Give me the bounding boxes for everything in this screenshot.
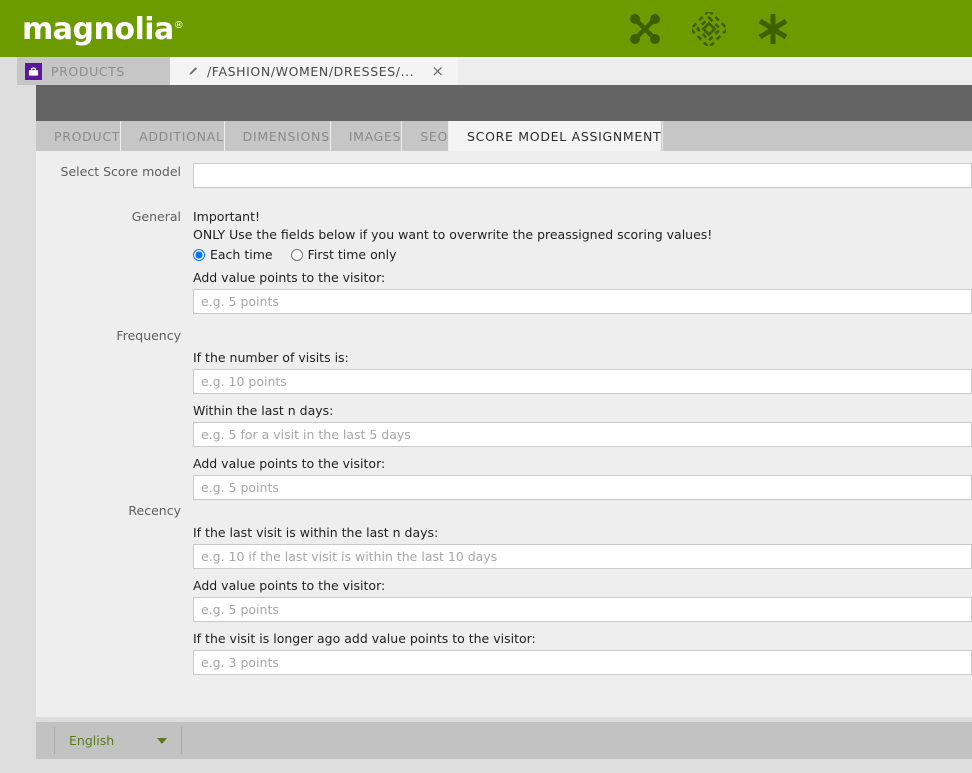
chevron-down-icon (157, 737, 167, 744)
close-icon[interactable]: × (430, 62, 446, 80)
logo-trademark: ® (173, 20, 184, 31)
radio-first-time-only-label: First time only (307, 247, 397, 262)
general-notice-text: ONLY Use the fields below if you want to… (193, 227, 713, 242)
logo-text: magnolia (22, 12, 174, 47)
pulse-nodes-icon[interactable] (624, 8, 666, 50)
frequency-days-label: Within the last n days: (193, 403, 334, 418)
frequency-label: Frequency (116, 328, 181, 343)
pencil-icon (187, 65, 199, 77)
recency-last-visit-label: If the last visit is within the last n d… (193, 525, 439, 540)
radio-first-time-only[interactable]: First time only (290, 247, 397, 262)
tab-additional[interactable]: ADDITIONAL (121, 121, 225, 151)
frequency-visits-input[interactable] (193, 369, 972, 394)
form-tab-pad (662, 121, 972, 151)
tab-images[interactable]: IMAGES (330, 121, 403, 151)
radio-each-time[interactable]: Each time (193, 247, 273, 262)
recency-longer-ago-input[interactable] (193, 650, 972, 675)
tab-dimensions-label: DIMENSIONS (242, 128, 330, 144)
frequency-days-input[interactable] (193, 422, 972, 447)
tab-score-model-assignment[interactable]: SCORE MODEL ASSIGNMENT (449, 121, 663, 151)
brand-header: magnolia® (0, 0, 972, 57)
field-row-score-model: Select Score model (36, 163, 972, 188)
score-model-input[interactable] (193, 163, 972, 188)
radio-first-time-only-input[interactable] (290, 248, 303, 261)
window-tab-bar: PRODUCTS /FASHION/WOMEN/DRESSES/... × (0, 57, 972, 85)
recency-last-visit-input[interactable] (193, 544, 972, 569)
tab-product[interactable]: PRODUCT (36, 121, 122, 151)
language-selector[interactable]: English (54, 727, 182, 754)
general-radio-group: Each time First time only (193, 247, 972, 262)
tab-additional-label: ADDITIONAL (139, 128, 224, 144)
window-tab-products[interactable]: PRODUCTS (17, 57, 170, 85)
asterisk-icon[interactable] (752, 8, 794, 50)
score-model-label: Select Score model (60, 164, 181, 179)
recency-label: Recency (128, 503, 181, 518)
window-tab-document[interactable]: /FASHION/WOMEN/DRESSES/... × (170, 57, 458, 85)
footer-bar: English (36, 722, 972, 759)
general-notice-title: Important! (193, 209, 260, 224)
tab-seo-label: SEO (420, 128, 449, 144)
language-selector-value: English (69, 733, 115, 748)
header-icon-group (624, 8, 794, 50)
radio-each-time-label: Each time (210, 247, 273, 262)
frequency-points-label: Add value points to the visitor: (193, 456, 386, 471)
tab-images-label: IMAGES (348, 128, 402, 144)
tab-dimensions[interactable]: DIMENSIONS (224, 121, 331, 151)
window-tab-document-label: /FASHION/WOMEN/DRESSES/... (207, 63, 415, 79)
basket-icon (25, 62, 42, 80)
field-row-frequency: Frequency If the number of visits is: Wi… (36, 327, 972, 500)
radio-each-time-input[interactable] (193, 248, 205, 261)
field-row-general: General Important! ONLY Use the fields b… (36, 208, 972, 314)
frequency-visits-label: If the number of visits is: (193, 350, 349, 365)
tab-product-label: PRODUCT (54, 128, 121, 144)
window-tab-filler (458, 57, 972, 85)
pattern-grid-icon[interactable] (688, 8, 730, 50)
general-label: General (131, 209, 181, 224)
recency-points-label: Add value points to the visitor: (193, 578, 386, 593)
form-body: Select Score model General Important! ON… (36, 151, 972, 717)
tab-score-model-assignment-label: SCORE MODEL ASSIGNMENT (467, 128, 662, 144)
general-add-points-input[interactable] (193, 289, 972, 314)
tab-seo[interactable]: SEO (402, 121, 450, 151)
form-tab-bar: PRODUCT ADDITIONAL DIMENSIONS IMAGES SEO… (36, 121, 972, 151)
general-add-points-label: Add value points to the visitor: (193, 270, 386, 285)
recency-points-input[interactable] (193, 597, 972, 622)
frequency-points-input[interactable] (193, 475, 972, 500)
field-row-recency: Recency If the last visit is within the … (36, 502, 972, 675)
magnolia-logo: magnolia® (22, 6, 184, 50)
recency-longer-ago-label: If the visit is longer ago add value poi… (193, 631, 536, 646)
window-tab-products-label: PRODUCTS (51, 63, 125, 79)
panel-dark-bar (36, 85, 972, 121)
content-panel: PRODUCT ADDITIONAL DIMENSIONS IMAGES SEO… (36, 85, 972, 717)
